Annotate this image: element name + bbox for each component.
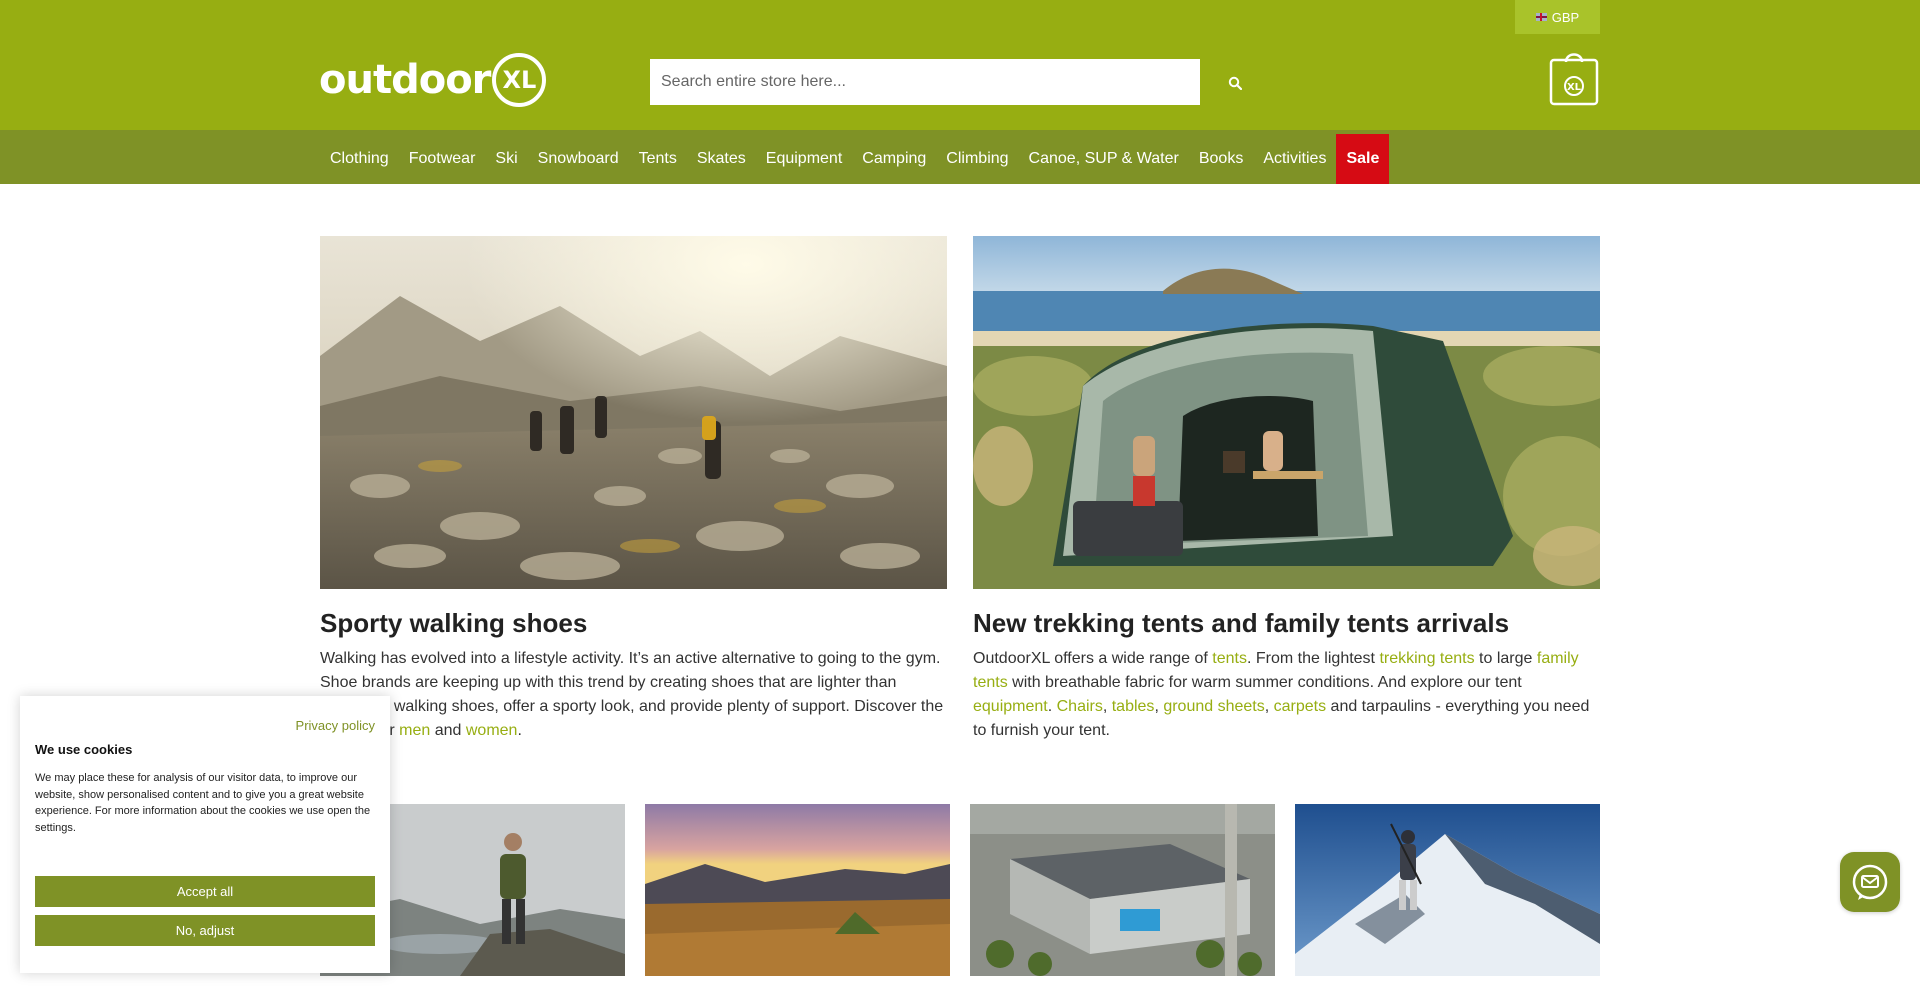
search-button[interactable] [1220,70,1250,96]
shopping-cart-button[interactable]: XL [1549,48,1599,106]
tents-text-part: , [1264,698,1274,715]
tents-text-part: . From the lightest [1246,650,1380,667]
currency-switcher[interactable]: GBP [1515,0,1600,34]
trekking-tents-text: OutdoorXL offers a wide range of tents. … [973,647,1600,743]
nav-item-tents[interactable]: Tents [629,134,687,184]
nav-item-clothing[interactable]: Clothing [320,134,399,184]
warehouse-photo [970,804,1275,976]
cart-badge-text: XL [1567,82,1582,93]
nav-item-ski[interactable]: Ski [485,134,527,184]
walking-text-and: and [430,722,466,739]
thumb-tent-sunset[interactable] [645,804,950,976]
nav-item-snowboard[interactable]: Snowboard [528,134,629,184]
link-men[interactable]: men [399,722,430,739]
privacy-policy-link[interactable]: Privacy policy [296,718,375,733]
tents-text-part: OutdoorXL offers a wide range of [973,650,1213,667]
trekking-tents-title[interactable]: New trekking tents and family tents arri… [973,608,1509,639]
tents-text-part: , [1154,698,1164,715]
nav-item-canoe-sup-water[interactable]: Canoe, SUP & Water [1019,134,1189,184]
mountaineer-photo [1295,804,1600,976]
link-tents[interactable]: tents [1212,650,1247,667]
tents-text-part: , [1102,698,1112,715]
tents-text-part: . [1047,698,1057,715]
adjust-cookies-button[interactable]: No, adjust [35,915,375,946]
nav-item-activities[interactable]: Activities [1253,134,1336,184]
walking-shoes-text: Walking has evolved into a lifestyle act… [320,647,947,743]
trekking-tents-image[interactable] [973,236,1600,589]
link-ground-sheets[interactable]: ground sheets [1163,698,1264,715]
walking-shoes-image[interactable] [320,236,947,589]
link-equipment[interactable]: equipment [973,698,1048,715]
logo-badge: XL [492,53,547,107]
cookie-dialog: Privacy policy We use cookies We may pla… [20,696,390,973]
nav-item-footwear[interactable]: Footwear [399,134,486,184]
currency-label: GBP [1551,9,1580,25]
chat-button[interactable] [1840,852,1900,912]
link-trekking-tents[interactable]: trekking tents [1379,650,1474,667]
thumb-mountaineer[interactable] [1295,804,1600,976]
walking-shoes-title[interactable]: Sporty walking shoes [320,608,587,639]
walking-text-end: . [517,722,522,739]
search-icon [1228,76,1242,90]
link-tables[interactable]: tables [1112,698,1155,715]
tents-text-part: with breathable fabric for warm summer c… [1007,674,1522,691]
cookie-title: We use cookies [35,742,133,757]
link-carpets[interactable]: carpets [1274,698,1326,715]
nav-item-equipment[interactable]: Equipment [756,134,853,184]
shopping-bag-icon: XL [1549,53,1599,106]
hikers-photo [320,236,947,589]
tent-sunset-photo [645,804,950,976]
search-input[interactable] [650,59,1200,105]
site-logo[interactable]: outdoor XL [319,52,547,108]
logo-text: outdoor [319,57,491,103]
cookie-text: We may place these for analysis of our v… [35,772,371,834]
nav-item-books[interactable]: Books [1189,134,1253,184]
nav-item-camping[interactable]: Camping [852,134,936,184]
thumb-warehouse[interactable] [970,804,1275,976]
tents-text-part: to large [1474,650,1537,667]
nav-item-skates[interactable]: Skates [687,134,756,184]
main-nav: Clothing Footwear Ski Snowboard Tents Sk… [320,134,1390,184]
accept-all-button[interactable]: Accept all [35,876,375,907]
nav-item-sale[interactable]: Sale [1336,134,1390,184]
nav-item-climbing[interactable]: Climbing [936,134,1018,184]
flag-uk-icon [1535,13,1547,21]
chat-icon [1852,864,1888,900]
link-chairs[interactable]: Chairs [1057,698,1103,715]
tent-photo [973,236,1600,589]
link-women[interactable]: women [466,722,518,739]
